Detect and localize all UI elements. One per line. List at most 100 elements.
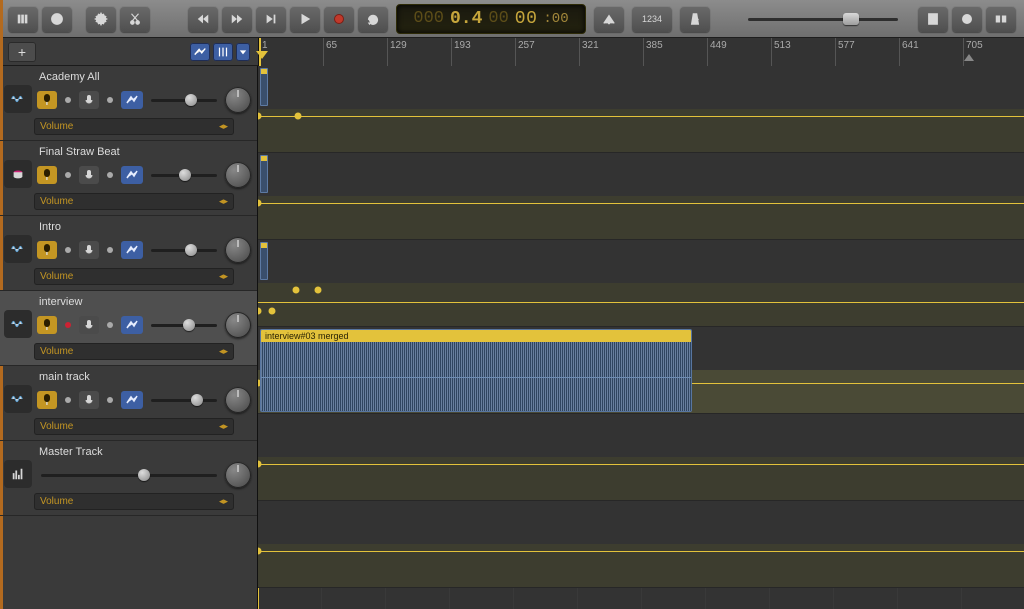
notepad-button[interactable] [918, 6, 948, 32]
track-lane[interactable] [258, 66, 1024, 153]
automation-line[interactable] [258, 302, 1024, 303]
pan-knob[interactable] [225, 462, 251, 488]
track-lane[interactable] [258, 501, 1024, 588]
library-button[interactable] [8, 6, 38, 32]
end-marker-icon[interactable] [964, 54, 974, 61]
lock-dot[interactable] [103, 397, 117, 403]
play-button[interactable] [290, 6, 320, 32]
automation-point[interactable] [295, 112, 302, 119]
forward-button[interactable] [222, 6, 252, 32]
automation-line[interactable] [258, 464, 1024, 465]
automation-param-dropdown[interactable]: Volume◂▸ [34, 418, 234, 435]
track-volume-slider[interactable] [151, 245, 217, 255]
playhead[interactable] [259, 38, 261, 66]
track-lane[interactable] [258, 240, 1024, 327]
track-header[interactable]: interviewVolume◂▸ [0, 291, 257, 366]
record-button[interactable] [324, 6, 354, 32]
input-button[interactable] [79, 166, 99, 184]
input-button[interactable] [79, 391, 99, 409]
automation-param-dropdown[interactable]: Volume◂▸ [34, 343, 234, 360]
cycle-button[interactable] [358, 6, 388, 32]
media-browser-button[interactable] [986, 6, 1016, 32]
region-stub[interactable] [260, 155, 268, 193]
automation-point[interactable] [269, 307, 276, 314]
track-header[interactable]: Final Straw BeatVolume◂▸ [0, 141, 257, 216]
automation-param-dropdown[interactable]: Volume◂▸ [34, 193, 234, 210]
automation-mode-button[interactable] [121, 166, 143, 184]
automation-mode-button[interactable] [121, 316, 143, 334]
automation-line[interactable] [258, 551, 1024, 552]
automation-toggle[interactable] [190, 43, 210, 61]
track-type-icon [4, 85, 32, 113]
rewind-button[interactable] [188, 6, 218, 32]
audio-region[interactable]: interview#03 merged [260, 329, 692, 412]
pan-knob[interactable] [225, 162, 251, 188]
monitor-dot[interactable] [61, 172, 75, 178]
automation-param-dropdown[interactable]: Volume◂▸ [34, 268, 234, 285]
display-mode-button[interactable]: 1234 [632, 6, 672, 32]
add-track-button[interactable]: + [8, 42, 36, 62]
lcd-time: 00 [515, 9, 538, 29]
lock-dot[interactable] [103, 97, 117, 103]
region-stub[interactable] [260, 68, 268, 106]
pan-knob[interactable] [225, 87, 251, 113]
loop-browser-button[interactable] [952, 6, 982, 32]
lcd-display[interactable]: 000 0.4 00 00:00 [396, 4, 586, 34]
track-volume-slider[interactable] [41, 470, 217, 480]
region-stub[interactable] [260, 242, 268, 280]
automation-param-dropdown[interactable]: Volume◂▸ [34, 493, 234, 510]
track-lane[interactable] [258, 153, 1024, 240]
catch-toggle[interactable] [213, 43, 233, 61]
track-volume-slider[interactable] [151, 95, 217, 105]
pan-knob[interactable] [225, 312, 251, 338]
tuner-button[interactable] [594, 6, 624, 32]
timeline-ruler[interactable]: 1651291932573213854495135776417057698338… [258, 38, 1024, 66]
track-type-icon [4, 310, 32, 338]
mute-button[interactable] [37, 91, 57, 109]
automation-point[interactable] [293, 286, 300, 293]
track-volume-slider[interactable] [151, 320, 217, 330]
track-type-icon [4, 460, 32, 488]
input-button[interactable] [79, 91, 99, 109]
metronome-button[interactable] [680, 6, 710, 32]
automation-mode-button[interactable] [121, 91, 143, 109]
input-button[interactable] [79, 241, 99, 259]
lock-dot[interactable] [103, 247, 117, 253]
track-header[interactable]: Academy AllVolume◂▸ [0, 66, 257, 141]
arrangement-area[interactable]: interview#03 merged [258, 66, 1024, 609]
monitor-dot[interactable] [61, 97, 75, 103]
lock-dot[interactable] [103, 322, 117, 328]
pan-knob[interactable] [225, 387, 251, 413]
track-header[interactable]: main trackVolume◂▸ [0, 366, 257, 441]
automation-mode-button[interactable] [121, 241, 143, 259]
automation-line[interactable] [258, 116, 1024, 117]
settings-gear-button[interactable] [86, 6, 116, 32]
monitor-dot[interactable] [61, 322, 75, 328]
track-header[interactable]: Master TrackVolume◂▸ [0, 441, 257, 516]
mute-button[interactable] [37, 166, 57, 184]
automation-mode-button[interactable] [121, 391, 143, 409]
track-header[interactable]: IntroVolume◂▸ [0, 216, 257, 291]
monitor-dot[interactable] [61, 247, 75, 253]
ruler-tick: 449 [707, 38, 771, 66]
scissors-button[interactable] [120, 6, 150, 32]
automation-point[interactable] [315, 286, 322, 293]
go-to-end-button[interactable] [256, 6, 286, 32]
track-lane[interactable] [258, 414, 1024, 501]
top-toolbar: 000 0.4 00 00:00 1234 [0, 0, 1024, 38]
input-button[interactable] [79, 316, 99, 334]
catch-dropdown[interactable] [236, 43, 250, 61]
ruler-tick: 513 [771, 38, 835, 66]
automation-param-dropdown[interactable]: Volume◂▸ [34, 118, 234, 135]
lock-dot[interactable] [103, 172, 117, 178]
track-volume-slider[interactable] [151, 170, 217, 180]
monitor-dot[interactable] [61, 397, 75, 403]
quick-help-button[interactable] [42, 6, 72, 32]
automation-line[interactable] [258, 203, 1024, 204]
pan-knob[interactable] [225, 237, 251, 263]
track-volume-slider[interactable] [151, 395, 217, 405]
master-volume-slider[interactable] [748, 12, 898, 26]
mute-button[interactable] [37, 241, 57, 259]
mute-button[interactable] [37, 316, 57, 334]
mute-button[interactable] [37, 391, 57, 409]
